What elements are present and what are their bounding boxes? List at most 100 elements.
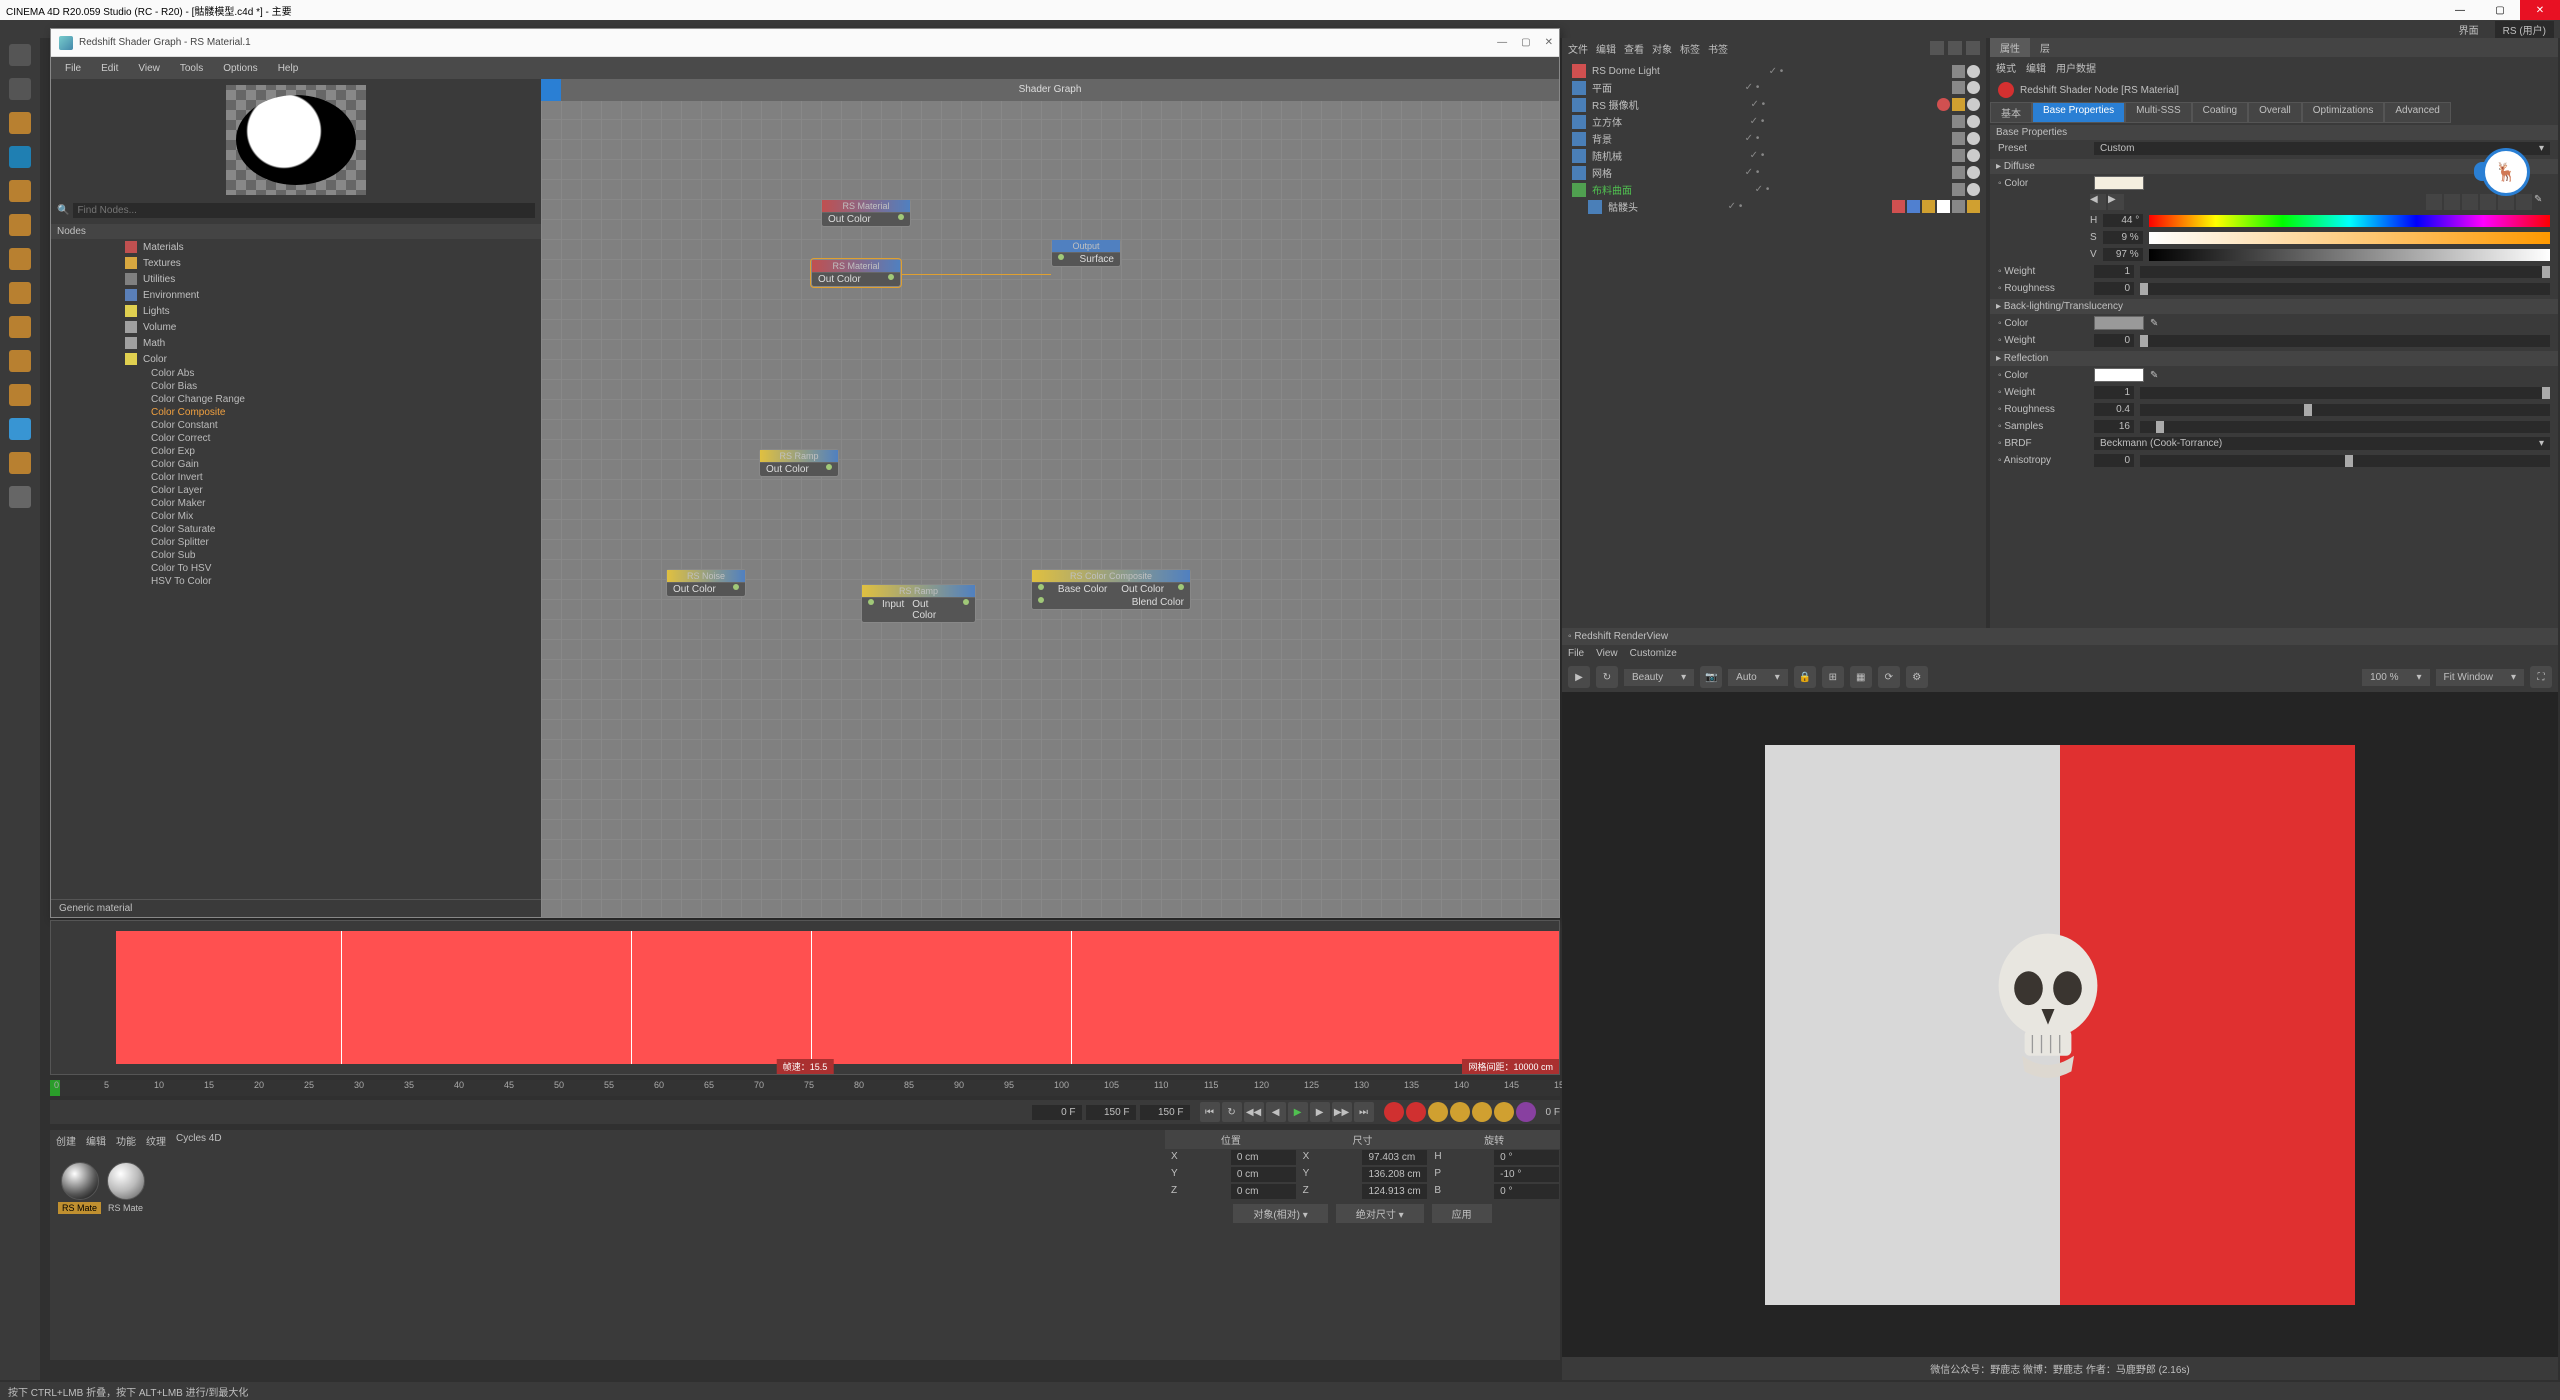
coord-mode-dd[interactable]: 对象(相对) ▾ bbox=[1233, 1204, 1327, 1223]
node-rsmaterial-2[interactable]: RS Material Out Color bbox=[811, 259, 901, 287]
attr-tab-layer[interactable]: 层 bbox=[2030, 38, 2060, 57]
rv-menu-view[interactable]: View bbox=[1596, 648, 1618, 659]
eye-icon[interactable] bbox=[1966, 41, 1980, 55]
tool-move[interactable] bbox=[0, 106, 40, 140]
rv-lock-button[interactable]: 🔒 bbox=[1794, 666, 1816, 688]
refl-rough[interactable]: 0.4 bbox=[2094, 403, 2134, 416]
node-group[interactable]: Textures bbox=[51, 255, 541, 271]
goto-end-button[interactable]: ⏭ bbox=[1354, 1102, 1374, 1122]
sat-slider[interactable] bbox=[2149, 232, 2550, 244]
mat-menu-func[interactable]: 功能 bbox=[116, 1133, 136, 1148]
obj-menu-edit[interactable]: 编辑 bbox=[1596, 41, 1616, 56]
key-rot-button[interactable] bbox=[1472, 1102, 1492, 1122]
back-weight-slider[interactable] bbox=[2140, 335, 2550, 347]
material-timeline-strip[interactable]: 帧速：15.5 网格间距：10000 cm bbox=[50, 920, 1560, 1075]
attr-menu-edit[interactable]: 编辑 bbox=[2026, 60, 2046, 75]
node-group[interactable]: Utilities bbox=[51, 271, 541, 287]
tool-point[interactable] bbox=[0, 242, 40, 276]
shader-menu-file[interactable]: File bbox=[57, 61, 89, 76]
color-mode-icon[interactable] bbox=[2516, 194, 2532, 210]
node-item[interactable]: Color Correct bbox=[51, 432, 541, 445]
node-group[interactable]: Color bbox=[51, 351, 541, 367]
shader-window-min[interactable]: — bbox=[1497, 37, 1507, 48]
shader-menu-tools[interactable]: Tools bbox=[172, 61, 211, 76]
brdf-dropdown[interactable]: Beckmann (Cook-Torrance)▾ bbox=[2094, 437, 2550, 450]
node-item[interactable]: HSV To Color bbox=[51, 575, 541, 588]
node-rs-color-composite[interactable]: RS Color Composite Base ColorOut Color B… bbox=[1031, 569, 1191, 610]
tab-advanced[interactable]: Advanced bbox=[2384, 102, 2450, 123]
color-mode-icon[interactable] bbox=[2462, 194, 2478, 210]
shader-menu-options[interactable]: Options bbox=[215, 61, 265, 76]
tab-base-properties[interactable]: Base Properties bbox=[2032, 102, 2125, 123]
node-item[interactable]: Color Sub bbox=[51, 549, 541, 562]
refl-weight-slider[interactable] bbox=[2140, 387, 2550, 399]
rv-menu-file[interactable]: File bbox=[1568, 648, 1584, 659]
shader-graph-canvas[interactable]: Shader Graph RS Material Out Color RS Ma… bbox=[541, 79, 1559, 917]
tool-axis[interactable] bbox=[0, 344, 40, 378]
rv-expand-button[interactable]: ⛶ bbox=[2530, 666, 2552, 688]
rv-gear-button[interactable]: ⚙ bbox=[1906, 666, 1928, 688]
tool-layer[interactable] bbox=[0, 480, 40, 514]
tab-multi-sss[interactable]: Multi-SSS bbox=[2125, 102, 2191, 123]
shader-menu-help[interactable]: Help bbox=[270, 61, 307, 76]
key-pla-button[interactable] bbox=[1516, 1102, 1536, 1122]
rv-fit-dropdown[interactable]: Fit Window▾ bbox=[2436, 669, 2524, 686]
node-tree[interactable]: MaterialsTexturesUtilitiesEnvironmentLig… bbox=[51, 239, 541, 899]
diffuse-weight-slider[interactable] bbox=[2140, 266, 2550, 278]
val-slider[interactable] bbox=[2149, 249, 2550, 261]
tool-model[interactable] bbox=[0, 140, 40, 174]
tab-coating[interactable]: Coating bbox=[2192, 102, 2248, 123]
tool-edge[interactable] bbox=[0, 276, 40, 310]
window-minimize[interactable]: — bbox=[2440, 0, 2480, 20]
refl-samples[interactable]: 16 bbox=[2094, 420, 2134, 433]
node-item[interactable]: Color Change Range bbox=[51, 393, 541, 406]
color-mode-icon[interactable] bbox=[2498, 194, 2514, 210]
object-row[interactable]: 骷髅头✓ • bbox=[1568, 198, 1980, 215]
picker-btn-2[interactable]: ▶ bbox=[2108, 194, 2124, 210]
shader-window-close[interactable]: ✕ bbox=[1545, 37, 1553, 48]
node-rsramp-1[interactable]: RS Ramp Out Color bbox=[759, 449, 839, 477]
refl-rough-slider[interactable] bbox=[2140, 404, 2550, 416]
filter-icon[interactable] bbox=[1948, 41, 1962, 55]
tab-optimizations[interactable]: Optimizations bbox=[2302, 102, 2385, 123]
record-button[interactable] bbox=[1384, 1102, 1404, 1122]
obj-menu-view[interactable]: 查看 bbox=[1624, 41, 1644, 56]
material-thumb-2[interactable]: RS Mate bbox=[104, 1162, 147, 1214]
node-item[interactable]: Color Bias bbox=[51, 380, 541, 393]
obj-menu-book[interactable]: 书签 bbox=[1708, 41, 1728, 56]
tool-work[interactable] bbox=[0, 208, 40, 242]
tool-snap[interactable] bbox=[0, 378, 40, 412]
diffuse-rough-slider[interactable] bbox=[2140, 283, 2550, 295]
backlight-header[interactable]: ▸ Back-lighting/Translucency bbox=[1990, 299, 2558, 314]
attr-menu-user[interactable]: 用户数据 bbox=[2056, 60, 2096, 75]
node-group[interactable]: Math bbox=[51, 335, 541, 351]
node-item[interactable]: Color To HSV bbox=[51, 562, 541, 575]
loop-button[interactable]: ↻ bbox=[1222, 1102, 1242, 1122]
interface-preset[interactable]: RS (用户) bbox=[2495, 21, 2554, 38]
rv-bucket-dropdown[interactable]: Auto▾ bbox=[1728, 669, 1788, 686]
tool-poly[interactable] bbox=[0, 310, 40, 344]
prev-key-button[interactable]: ◀◀ bbox=[1244, 1102, 1264, 1122]
find-nodes-input[interactable] bbox=[73, 203, 535, 218]
diffuse-rough[interactable]: 0 bbox=[2094, 282, 2134, 295]
rv-grid-button[interactable]: ⊞ bbox=[1822, 666, 1844, 688]
val-value[interactable]: 97 % bbox=[2103, 248, 2143, 261]
frame-end[interactable]: 150 F bbox=[1140, 1105, 1190, 1120]
hue-slider[interactable] bbox=[2149, 215, 2550, 227]
tool-texture[interactable] bbox=[0, 174, 40, 208]
node-output[interactable]: Output Surface bbox=[1051, 239, 1121, 267]
picker-btn-1[interactable]: ◀ bbox=[2090, 194, 2106, 210]
next-key-button[interactable]: ▶▶ bbox=[1332, 1102, 1352, 1122]
key-par-button[interactable] bbox=[1494, 1102, 1514, 1122]
search-icon[interactable] bbox=[1930, 41, 1944, 55]
node-item[interactable]: Color Abs bbox=[51, 367, 541, 380]
diffuse-color-swatch[interactable] bbox=[2094, 176, 2144, 190]
node-item[interactable]: Color Layer bbox=[51, 484, 541, 497]
window-maximize[interactable]: ▢ bbox=[2480, 0, 2520, 20]
preset-dropdown[interactable]: Custom▾ bbox=[2094, 142, 2550, 155]
aniso-slider[interactable] bbox=[2140, 455, 2550, 467]
mat-menu-cycles[interactable]: Cycles 4D bbox=[176, 1133, 222, 1148]
node-item[interactable]: Color Mix bbox=[51, 510, 541, 523]
timeline-ruler[interactable]: 0510152025303540455055606570758085909510… bbox=[50, 1080, 1560, 1096]
key-pos-button[interactable] bbox=[1428, 1102, 1448, 1122]
